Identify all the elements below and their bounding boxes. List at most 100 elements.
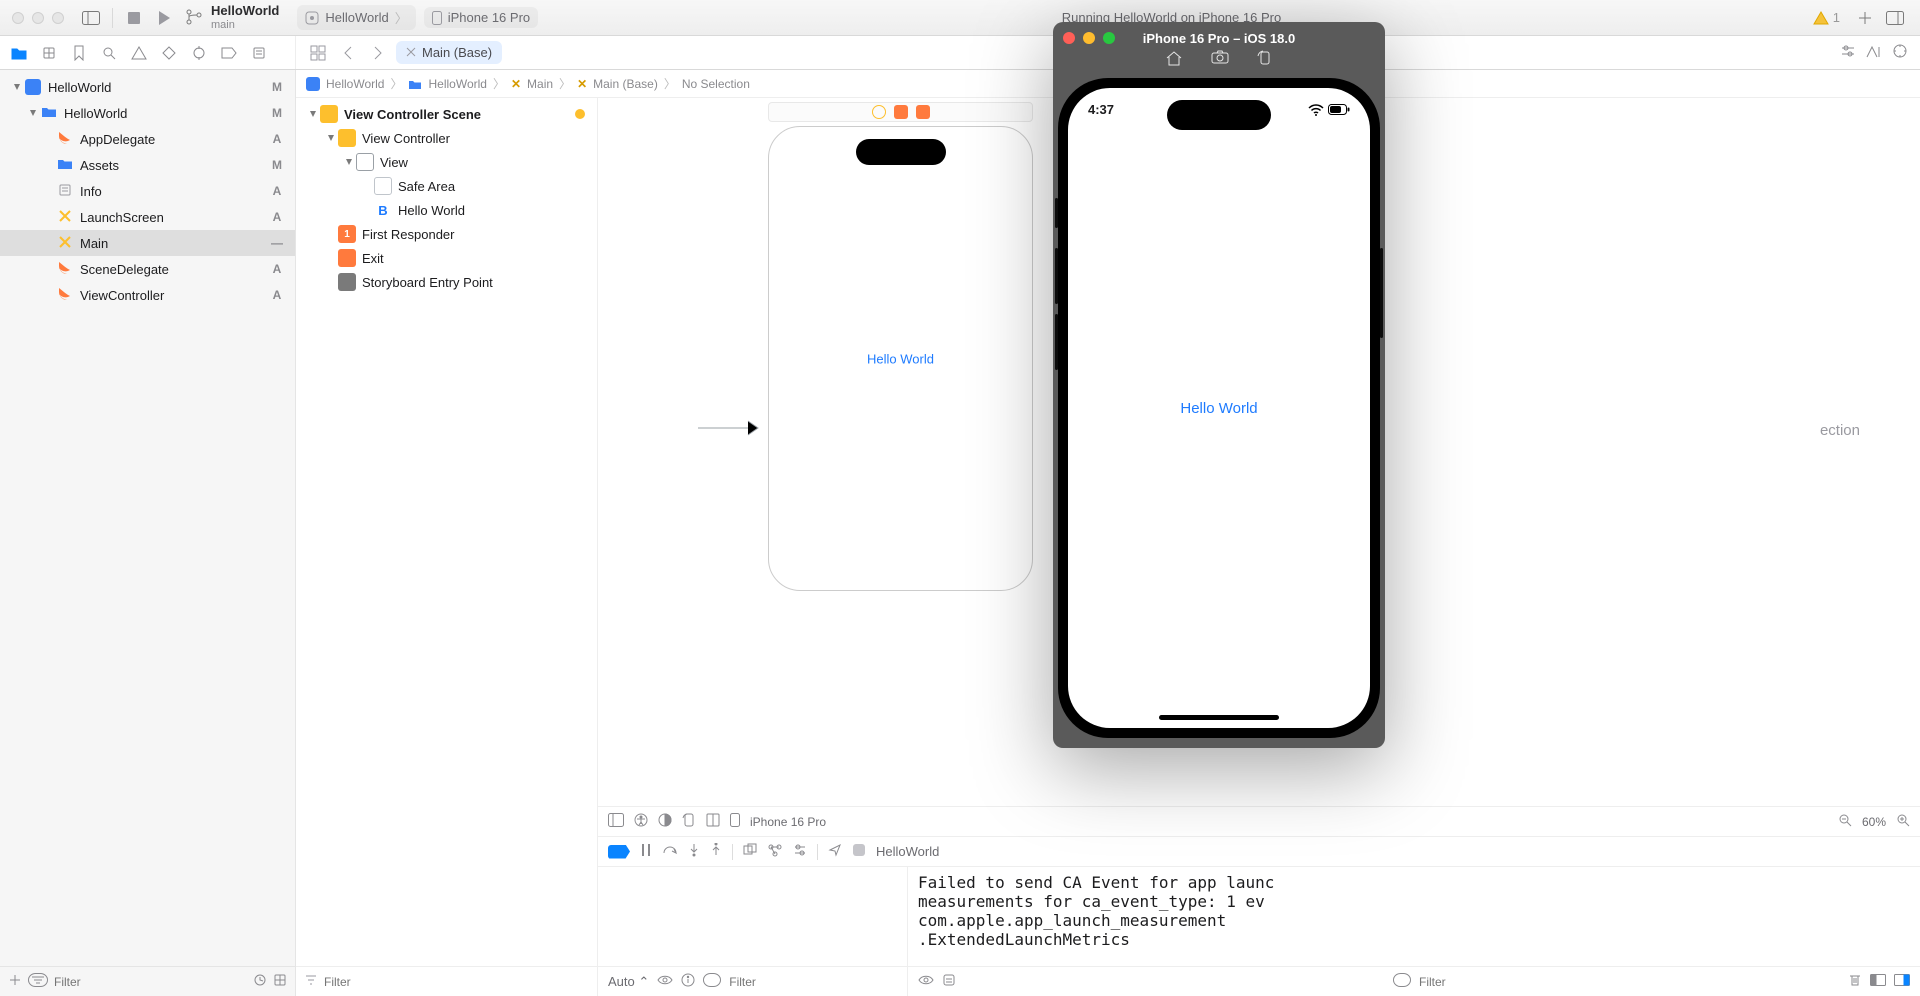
storyboard-view-controller[interactable]: Hello World xyxy=(768,126,1033,591)
nav-item-assets[interactable]: AssetsM xyxy=(0,152,295,178)
scheme-app[interactable]: HelloWorld 〉 xyxy=(297,5,415,30)
canvas-options-icon[interactable] xyxy=(1892,43,1908,62)
outline-item[interactable]: Exit xyxy=(296,246,597,270)
outline-filter-input[interactable] xyxy=(324,975,589,989)
console-filter-scope-icon[interactable] xyxy=(1393,973,1411,990)
sim-hello-world-button[interactable]: Hello World xyxy=(1180,400,1257,417)
source-control[interactable]: HelloWorld main xyxy=(179,4,279,30)
orientation-icon[interactable] xyxy=(682,813,696,830)
outline-item[interactable]: View Controller xyxy=(296,126,597,150)
nav-item-launchscreen[interactable]: LaunchScreenA xyxy=(0,204,295,230)
location-icon[interactable] xyxy=(828,843,842,860)
navigator-filter-input[interactable] xyxy=(54,975,247,989)
step-over-icon[interactable] xyxy=(662,843,678,860)
console-filter-input[interactable] xyxy=(1419,975,1840,989)
nav-item-helloworld[interactable]: HelloWorldM xyxy=(0,100,295,126)
nav-item-info[interactable]: InfoA xyxy=(0,178,295,204)
adjust-editor-icon[interactable] xyxy=(1840,44,1856,61)
env-overrides-icon[interactable] xyxy=(793,843,807,860)
device-icon[interactable] xyxy=(730,813,740,830)
filter-scope-icon[interactable] xyxy=(28,973,48,990)
outline-item[interactable]: View xyxy=(296,150,597,174)
outline-item[interactable]: View Controller Scene xyxy=(296,102,597,126)
nav-back-icon[interactable] xyxy=(336,41,360,65)
issue-nav-icon[interactable] xyxy=(130,44,148,62)
project-navigator-icon[interactable] xyxy=(10,44,28,62)
source-control-nav-icon[interactable] xyxy=(40,44,58,62)
outline-item[interactable]: Safe Area xyxy=(296,174,597,198)
editor-tab[interactable]: Main (Base) xyxy=(396,41,502,64)
scheme-destination[interactable]: iPhone 16 Pro xyxy=(424,7,538,28)
library-button[interactable] xyxy=(1884,7,1906,29)
sim-zoom-dot[interactable] xyxy=(1103,32,1115,44)
nav-item-helloworld[interactable]: HelloWorldM xyxy=(0,74,295,100)
vars-scope-label[interactable]: Auto ⌃ xyxy=(608,974,649,990)
nav-item-viewcontroller[interactable]: ViewControllerA xyxy=(0,282,295,308)
add-file-icon[interactable] xyxy=(8,973,22,990)
outline-item[interactable]: Storyboard Entry Point xyxy=(296,270,597,294)
nav-item-main[interactable]: Main— xyxy=(0,230,295,256)
sim-rotate-icon[interactable] xyxy=(1257,50,1273,69)
test-nav-icon[interactable] xyxy=(160,44,178,62)
bookmark-nav-icon[interactable] xyxy=(70,44,88,62)
minimize-dot[interactable] xyxy=(32,12,44,24)
pane-left-icon[interactable] xyxy=(1870,974,1886,989)
appearance-icon[interactable] xyxy=(658,813,672,830)
close-tab-icon[interactable] xyxy=(406,45,416,60)
stop-button[interactable] xyxy=(123,7,145,29)
console-metadata-icon[interactable] xyxy=(942,973,956,990)
view-debug-icon[interactable] xyxy=(743,843,757,860)
variables-view[interactable] xyxy=(598,867,908,966)
recent-filter-icon[interactable] xyxy=(253,973,267,990)
pane-right-icon[interactable] xyxy=(1894,974,1910,989)
sim-home-icon[interactable] xyxy=(1165,50,1183,69)
console-output[interactable]: Failed to send CA Event for app launc me… xyxy=(908,867,1920,966)
zoom-in-icon[interactable] xyxy=(1896,813,1910,830)
pause-icon[interactable] xyxy=(640,843,652,860)
close-dot[interactable] xyxy=(12,12,24,24)
hello-world-button[interactable]: Hello World xyxy=(867,351,934,366)
zoom-dot[interactable] xyxy=(52,12,64,24)
find-nav-icon[interactable] xyxy=(100,44,118,62)
vars-filter-input[interactable] xyxy=(729,975,897,989)
breakpoint-nav-icon[interactable] xyxy=(220,44,238,62)
outline-item[interactable]: 1First Responder xyxy=(296,222,597,246)
window-controls[interactable] xyxy=(0,12,76,24)
zoom-label[interactable]: 60% xyxy=(1862,815,1886,829)
nav-item-appdelegate[interactable]: AppDelegateA xyxy=(0,126,295,152)
run-button[interactable] xyxy=(153,7,175,29)
related-items-icon[interactable] xyxy=(306,41,330,65)
step-out-icon[interactable] xyxy=(710,843,722,860)
accessibility-icon[interactable] xyxy=(634,813,648,830)
add-button[interactable] xyxy=(1854,7,1876,29)
sim-close-dot[interactable] xyxy=(1063,32,1075,44)
vars-filter-scope-icon[interactable] xyxy=(703,973,721,990)
layout-icon[interactable] xyxy=(706,813,720,830)
debug-nav-icon[interactable] xyxy=(190,44,208,62)
vars-eye-icon[interactable] xyxy=(657,974,673,989)
console-eye-icon[interactable] xyxy=(918,974,934,989)
outline-item[interactable]: BHello World xyxy=(296,198,597,222)
scene-dock[interactable] xyxy=(768,102,1033,122)
outline-toggle-icon[interactable] xyxy=(608,813,624,830)
nav-forward-icon[interactable] xyxy=(366,41,390,65)
nav-item-scenedelegate[interactable]: SceneDelegateA xyxy=(0,256,295,282)
step-into-icon[interactable] xyxy=(688,843,700,860)
breakpoints-active-icon[interactable] xyxy=(608,845,630,859)
report-nav-icon[interactable] xyxy=(250,44,268,62)
simulator-device[interactable]: 4:37 Hello World xyxy=(1058,78,1380,738)
sidebar-toggle-icon[interactable] xyxy=(80,7,102,29)
vars-info-icon[interactable] xyxy=(681,973,695,990)
review-icon[interactable] xyxy=(1866,44,1882,61)
zoom-out-icon[interactable] xyxy=(1838,813,1852,830)
trash-icon[interactable] xyxy=(1848,973,1862,990)
memory-graph-icon[interactable] xyxy=(767,843,783,860)
process-name[interactable]: HelloWorld xyxy=(876,844,939,859)
sim-minimize-dot[interactable] xyxy=(1083,32,1095,44)
issue-indicator[interactable]: 1 xyxy=(1813,10,1850,25)
scm-filter-icon[interactable] xyxy=(273,973,287,990)
sim-screenshot-icon[interactable] xyxy=(1211,50,1229,69)
home-indicator[interactable] xyxy=(1159,715,1279,720)
device-label[interactable]: iPhone 16 Pro xyxy=(750,815,826,829)
simulator-window[interactable]: iPhone 16 Pro – iOS 18.0 4:37 Hello Worl xyxy=(1053,22,1385,748)
